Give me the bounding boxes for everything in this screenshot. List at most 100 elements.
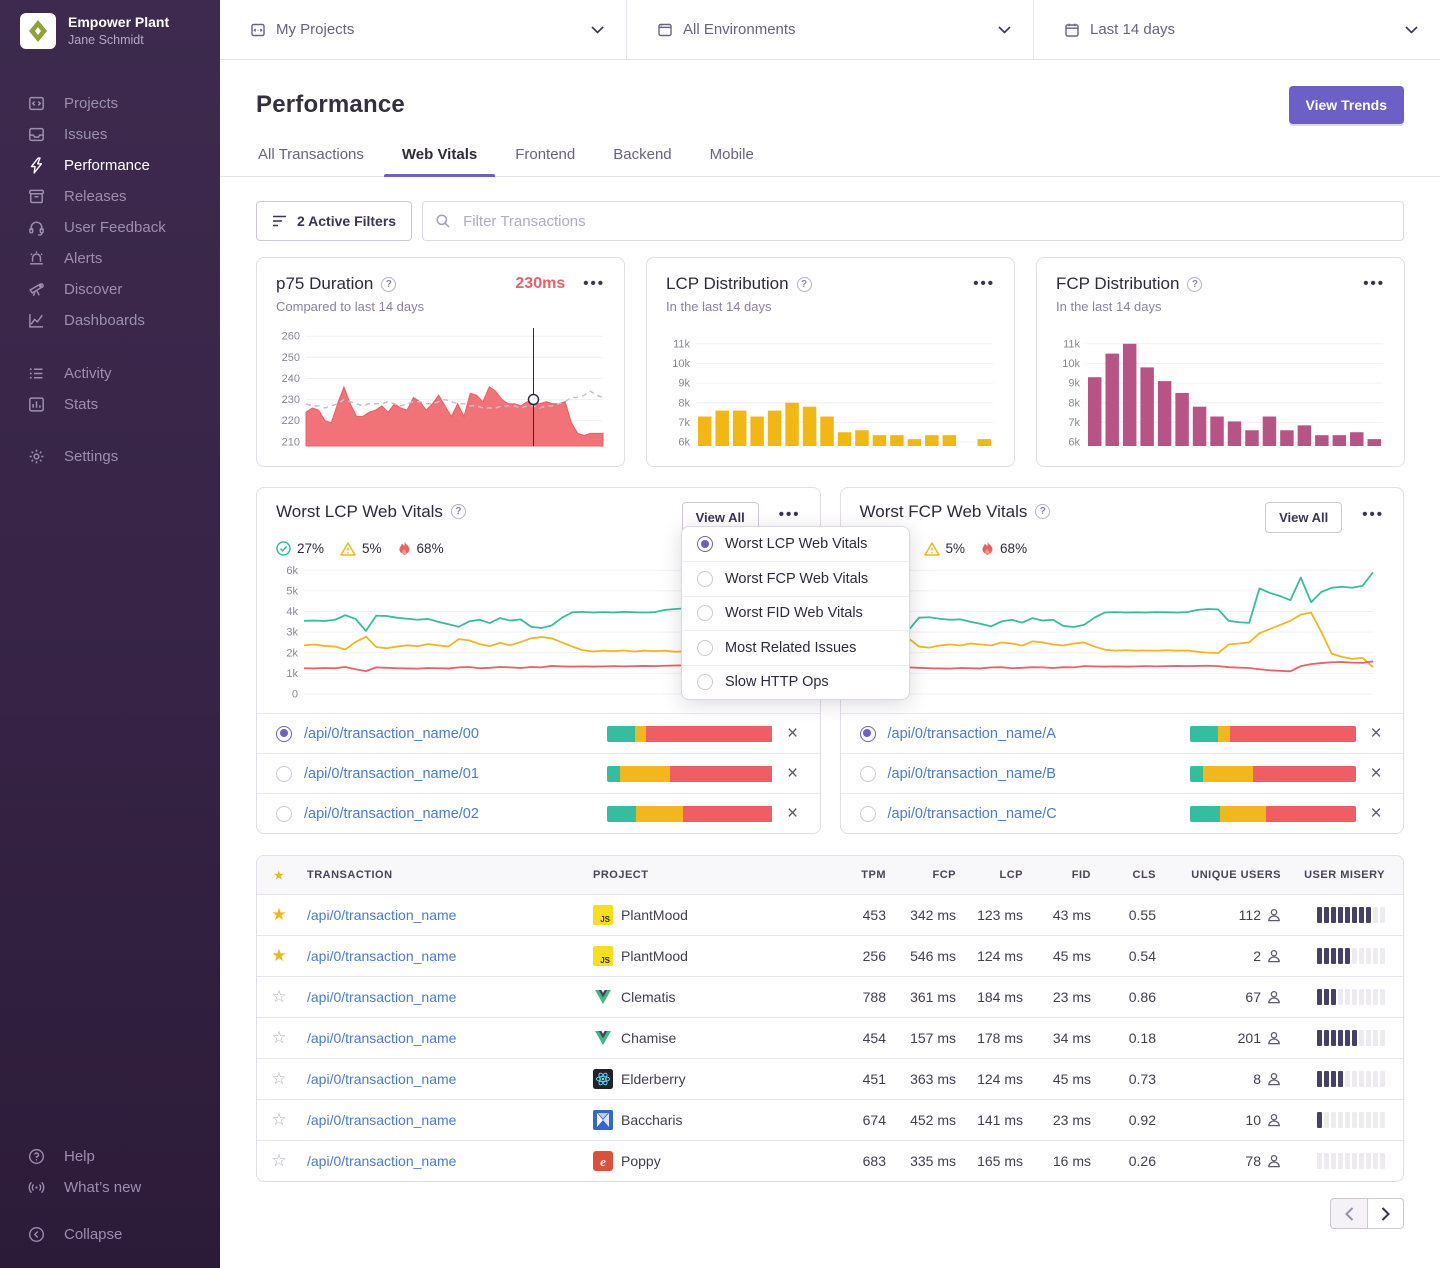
sidebar-item-releases[interactable]: Releases	[0, 181, 220, 212]
help-question-icon[interactable]: ?	[1035, 504, 1050, 519]
card-title: Worst LCP Web Vitals	[276, 502, 443, 522]
transaction-link[interactable]: /api/0/transaction_name	[307, 948, 456, 964]
transaction-radio[interactable]	[860, 766, 876, 782]
sidebar-item-performance[interactable]: Performance	[0, 150, 220, 181]
sidebar-item-stats[interactable]: Stats	[0, 389, 220, 420]
help-question-icon[interactable]: ?	[451, 504, 466, 519]
empower-plant-logo-icon	[26, 19, 50, 43]
sidebar-item-issues[interactable]: Issues	[0, 119, 220, 150]
tab-mobile[interactable]: Mobile	[708, 146, 756, 176]
sidebar-item-settings[interactable]: Settings	[0, 441, 220, 472]
transaction-link[interactable]: /api/0/transaction_name	[307, 1153, 456, 1169]
fid-value: 45 ms	[1029, 948, 1097, 964]
option-radio[interactable]	[697, 605, 713, 621]
fcp-distribution-chart: 6k7k8k9k10k11k	[1056, 324, 1385, 450]
star-toggle[interactable]: ☆	[257, 1069, 301, 1089]
p75-duration-chart: 210220230240250260	[276, 324, 605, 450]
vitals-segment-bar	[607, 766, 773, 782]
close-icon[interactable]: ×	[1368, 806, 1384, 822]
dropdown-option-worst-fcp[interactable]: Worst FCP Web Vitals	[682, 561, 909, 595]
sidebar-item-activity[interactable]: Activity	[0, 358, 220, 389]
transaction-link[interactable]: /api/0/transaction_name/A	[888, 726, 1056, 742]
card-menu-button[interactable]: •••	[973, 279, 995, 289]
project-selector[interactable]: My Projects	[220, 0, 626, 59]
worst-lcp-transaction-list: /api/0/transaction_name/00 × /api/0/tran…	[257, 713, 820, 833]
help-question-icon[interactable]: ?	[1187, 277, 1202, 292]
card-menu-button[interactable]: •••	[583, 279, 605, 289]
transaction-link[interactable]: /api/0/transaction_name/00	[304, 726, 479, 742]
svg-text:250: 250	[282, 352, 300, 364]
option-radio[interactable]	[697, 674, 713, 690]
environments-filter-icon	[657, 22, 673, 38]
sidebar-item-label: Activity	[64, 365, 112, 382]
close-icon[interactable]: ×	[1368, 726, 1384, 742]
active-filters-button[interactable]: 2 Active Filters	[256, 201, 412, 241]
star-toggle[interactable]: ☆	[257, 1028, 301, 1048]
tab-web-vitals[interactable]: Web Vitals	[400, 146, 479, 176]
sidebar-item-whats-new[interactable]: What’s new	[0, 1172, 220, 1203]
transaction-link[interactable]: /api/0/transaction_name	[307, 1112, 456, 1128]
card-menu-button[interactable]: •••	[1362, 510, 1384, 520]
sidebar-item-dashboards[interactable]: Dashboards	[0, 305, 220, 336]
transaction-link[interactable]: /api/0/transaction_name	[307, 989, 456, 1005]
date-range-selector[interactable]: Last 14 days	[1033, 0, 1440, 59]
main-area: My Projects All Environments Last 14 day…	[220, 0, 1440, 1268]
dropdown-option-most-related-issues[interactable]: Most Related Issues	[682, 630, 909, 664]
star-toggle[interactable]: ☆	[257, 1151, 301, 1171]
star-toggle[interactable]: ☆	[257, 1110, 301, 1130]
transaction-link[interactable]: /api/0/transaction_name/C	[888, 806, 1057, 822]
search-input[interactable]	[422, 201, 1404, 241]
help-question-icon[interactable]: ?	[797, 277, 812, 292]
sidebar-item-user-feedback[interactable]: User Feedback	[0, 212, 220, 243]
dropdown-option-worst-fid[interactable]: Worst FID Web Vitals	[682, 596, 909, 630]
card-menu-button[interactable]: •••	[1363, 279, 1385, 289]
transaction-radio[interactable]	[860, 726, 876, 742]
view-trends-button[interactable]: View Trends	[1289, 86, 1404, 124]
fid-value: 34 ms	[1029, 1030, 1097, 1046]
dropdown-option-worst-lcp[interactable]: Worst LCP Web Vitals	[682, 527, 909, 561]
option-radio[interactable]	[697, 640, 713, 656]
transaction-radio[interactable]	[276, 766, 292, 782]
sidebar-item-discover[interactable]: Discover	[0, 274, 220, 305]
user-icon	[1267, 908, 1281, 922]
tab-frontend[interactable]: Frontend	[513, 146, 577, 176]
svg-text:e: e	[600, 1154, 606, 1169]
transaction-radio[interactable]	[276, 806, 292, 822]
view-all-button[interactable]: View All	[1265, 502, 1342, 533]
card-menu-button[interactable]: •••	[779, 510, 801, 520]
transaction-radio[interactable]	[860, 806, 876, 822]
sidebar-item-projects[interactable]: Projects	[0, 88, 220, 119]
close-icon[interactable]: ×	[785, 766, 801, 782]
sidebar-collapse-button[interactable]: Collapse	[0, 1219, 220, 1250]
tab-all-transactions[interactable]: All Transactions	[256, 146, 366, 176]
svg-text:7k: 7k	[1068, 417, 1080, 429]
close-icon[interactable]: ×	[785, 806, 801, 822]
close-icon[interactable]: ×	[785, 726, 801, 742]
previous-page-button[interactable]	[1330, 1198, 1367, 1229]
transaction-link[interactable]: /api/0/transaction_name/B	[888, 766, 1056, 782]
next-page-button[interactable]	[1367, 1198, 1404, 1229]
fcp-value: 363 ms	[892, 1071, 962, 1087]
option-radio[interactable]	[697, 536, 713, 552]
transaction-link[interactable]: /api/0/transaction_name/02	[304, 806, 479, 822]
transaction-link[interactable]: /api/0/transaction_name	[307, 907, 456, 923]
star-toggle[interactable]: ☆	[257, 987, 301, 1007]
unique-users-value: 10	[1245, 1112, 1261, 1128]
transaction-link[interactable]: /api/0/transaction_name	[307, 1030, 456, 1046]
sidebar-item-alerts[interactable]: Alerts	[0, 243, 220, 274]
close-icon[interactable]: ×	[1368, 766, 1384, 782]
help-question-icon[interactable]: ?	[381, 277, 396, 292]
svg-text:8k: 8k	[678, 397, 690, 409]
star-column-header[interactable]: ★	[257, 869, 301, 882]
star-toggle[interactable]: ★	[257, 905, 301, 925]
tab-backend[interactable]: Backend	[611, 146, 673, 176]
transaction-radio[interactable]	[276, 726, 292, 742]
sidebar-item-help[interactable]: Help	[0, 1141, 220, 1172]
transaction-link[interactable]: /api/0/transaction_name	[307, 1071, 456, 1087]
environment-selector[interactable]: All Environments	[626, 0, 1033, 59]
transaction-link[interactable]: /api/0/transaction_name/01	[304, 766, 479, 782]
dropdown-option-slow-http-ops[interactable]: Slow HTTP Ops	[682, 665, 909, 699]
option-radio[interactable]	[697, 571, 713, 587]
org-switcher[interactable]: Empower Plant Jane Schmidt	[0, 0, 220, 62]
star-toggle[interactable]: ★	[257, 946, 301, 966]
